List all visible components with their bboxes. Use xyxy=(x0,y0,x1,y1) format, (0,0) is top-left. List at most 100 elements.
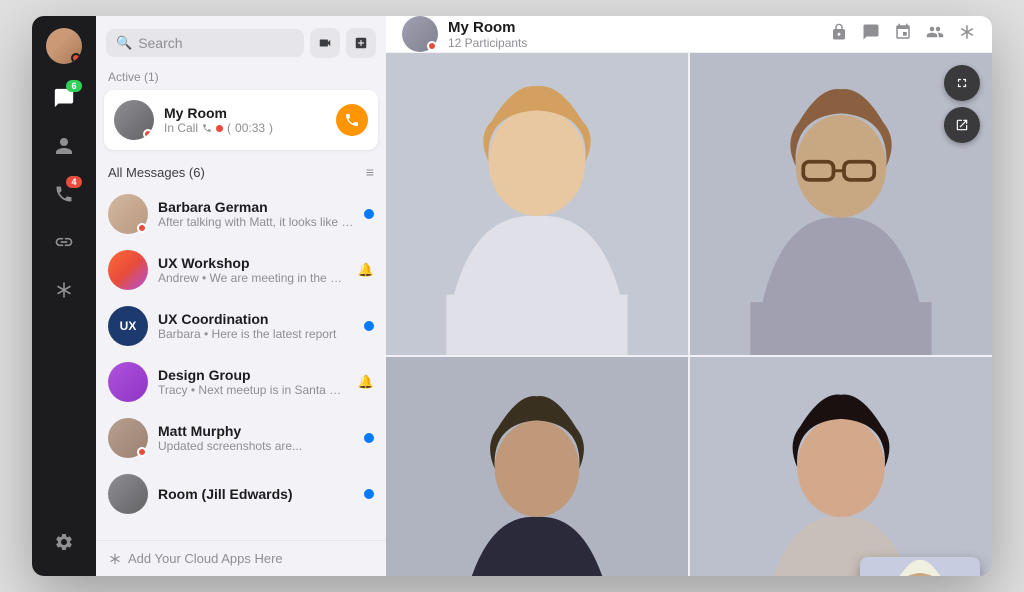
search-icon: 🔍 xyxy=(116,35,132,51)
msg-content: Design Group Tracy • Next meetup is in S… xyxy=(158,367,348,397)
add-apps-row[interactable]: Add Your Cloud Apps Here xyxy=(96,540,386,576)
nav-item-settings[interactable] xyxy=(42,520,86,564)
avatar-status xyxy=(137,447,147,457)
list-item[interactable]: Design Group Tracy • Next meetup is in S… xyxy=(96,354,386,410)
list-item[interactable]: Barbara German After talking with Matt, … xyxy=(96,186,386,242)
msg-name: UX Workshop xyxy=(158,255,348,271)
active-room-name: My Room xyxy=(164,105,326,121)
room-header-actions xyxy=(830,23,976,46)
person-silhouette-1 xyxy=(386,53,688,355)
msg-avatar xyxy=(108,250,148,290)
msg-preview: After talking with Matt, it looks like w… xyxy=(158,215,354,229)
msg-content: Barbara German After talking with Matt, … xyxy=(158,199,354,229)
compose-button[interactable] xyxy=(346,28,376,58)
video-cell-4 xyxy=(690,357,992,576)
active-room-status: In Call (00:33) xyxy=(164,121,326,135)
msg-avatar xyxy=(108,362,148,402)
messages-header: All Messages (6) ≡ xyxy=(96,156,386,186)
video-icon xyxy=(318,36,332,50)
expand-button[interactable] xyxy=(944,65,980,101)
msg-name: Design Group xyxy=(158,367,348,383)
list-item[interactable]: UX UX Coordination Barbara • Here is the… xyxy=(96,298,386,354)
room-header-left: My Room 12 Participants xyxy=(402,16,527,52)
self-view-pip xyxy=(860,557,980,576)
person-silhouette-3 xyxy=(386,357,688,576)
asterisk-icon xyxy=(54,280,74,300)
active-room-avatar xyxy=(114,100,154,140)
nav-item-links[interactable] xyxy=(42,220,86,264)
msg-preview: Tracy • Next meetup is in Santa Cruz xyxy=(158,383,348,397)
msg-avatar xyxy=(108,194,148,234)
msg-content: UX Coordination Barbara • Here is the la… xyxy=(158,311,354,341)
msg-name: Barbara German xyxy=(158,199,354,215)
integrations-header-icon[interactable] xyxy=(958,23,976,46)
nav-item-integrations[interactable] xyxy=(42,268,86,312)
app-window: 6 4 xyxy=(32,16,992,576)
video-call-button[interactable] xyxy=(310,28,340,58)
person-icon xyxy=(54,136,74,156)
room-header-avatar xyxy=(402,16,438,52)
asterisk-small-icon xyxy=(108,552,122,566)
video-cell-1 xyxy=(386,53,688,355)
link-icon xyxy=(54,232,74,252)
active-room-item[interactable]: My Room In Call (00:33) xyxy=(104,90,378,150)
filter-icon[interactable]: ≡ xyxy=(366,164,374,180)
msg-preview: Updated screenshots are... xyxy=(158,439,354,453)
muted-icon: 🔔 xyxy=(358,262,374,278)
room-header-status-dot xyxy=(427,41,437,51)
avatar-status-dot xyxy=(71,53,81,63)
list-item[interactable]: UX Workshop Andrew • We are meeting in t… xyxy=(96,242,386,298)
room-status-dot xyxy=(143,129,153,139)
msg-avatar: UX xyxy=(108,306,148,346)
chat-icon[interactable] xyxy=(862,23,880,46)
lock-icon[interactable] xyxy=(830,23,848,46)
unread-dot xyxy=(364,321,374,331)
calls-badge: 4 xyxy=(66,176,82,188)
list-item[interactable]: Room (Jill Edwards) xyxy=(96,466,386,522)
messages-badge: 6 xyxy=(66,80,82,92)
messages-section-title: All Messages (6) xyxy=(108,165,205,180)
message-list: Barbara German After talking with Matt, … xyxy=(96,186,386,540)
msg-content: UX Workshop Andrew • We are meeting in t… xyxy=(158,255,348,285)
msg-name: UX Coordination xyxy=(158,311,354,327)
avatar-status xyxy=(137,223,147,233)
nav-item-messages[interactable]: 6 xyxy=(42,76,86,120)
room-header-name: My Room xyxy=(448,19,527,36)
msg-avatar xyxy=(108,418,148,458)
calendar-icon[interactable] xyxy=(894,23,912,46)
active-room-info: My Room In Call (00:33) xyxy=(164,105,326,135)
unread-dot xyxy=(364,489,374,499)
export-button[interactable] xyxy=(944,107,980,143)
video-grid xyxy=(386,53,992,576)
msg-preview: Andrew • We are meeting in the big conf.… xyxy=(158,271,348,285)
muted-icon: 🔔 xyxy=(358,374,374,390)
room-header-info: My Room 12 Participants xyxy=(448,19,527,50)
list-item[interactable]: Matt Murphy Updated screenshots are... xyxy=(96,410,386,466)
search-input-wrap[interactable]: 🔍 xyxy=(106,29,304,57)
join-call-button[interactable] xyxy=(336,104,368,136)
msg-avatar xyxy=(108,474,148,514)
search-input[interactable] xyxy=(138,35,294,51)
msg-name: Room (Jill Edwards) xyxy=(158,486,354,502)
call-timer: ( xyxy=(227,121,231,135)
msg-content: Room (Jill Edwards) xyxy=(158,486,354,502)
nav-sidebar: 6 4 xyxy=(32,16,96,576)
person-silhouette-4 xyxy=(690,357,992,576)
active-label: Active (1) xyxy=(96,66,386,90)
phone-answer-icon xyxy=(344,112,360,128)
user-avatar[interactable] xyxy=(46,28,82,64)
msg-content: Matt Murphy Updated screenshots are... xyxy=(158,423,354,453)
video-cell-3 xyxy=(386,357,688,576)
room-header-participants: 12 Participants xyxy=(448,36,527,50)
video-float-controls xyxy=(944,65,980,143)
nav-item-contacts[interactable] xyxy=(42,124,86,168)
call-indicator-dot xyxy=(216,125,223,132)
compose-icon xyxy=(354,36,368,50)
room-header: My Room 12 Participants xyxy=(386,16,992,53)
participants-icon[interactable] xyxy=(926,23,944,46)
search-bar: 🔍 xyxy=(96,16,386,66)
nav-item-calls[interactable]: 4 xyxy=(42,172,86,216)
main-content: My Room 12 Participants xyxy=(386,16,992,576)
messages-panel: 🔍 Active (1) My Room xyxy=(96,16,386,576)
gear-icon xyxy=(54,532,74,552)
